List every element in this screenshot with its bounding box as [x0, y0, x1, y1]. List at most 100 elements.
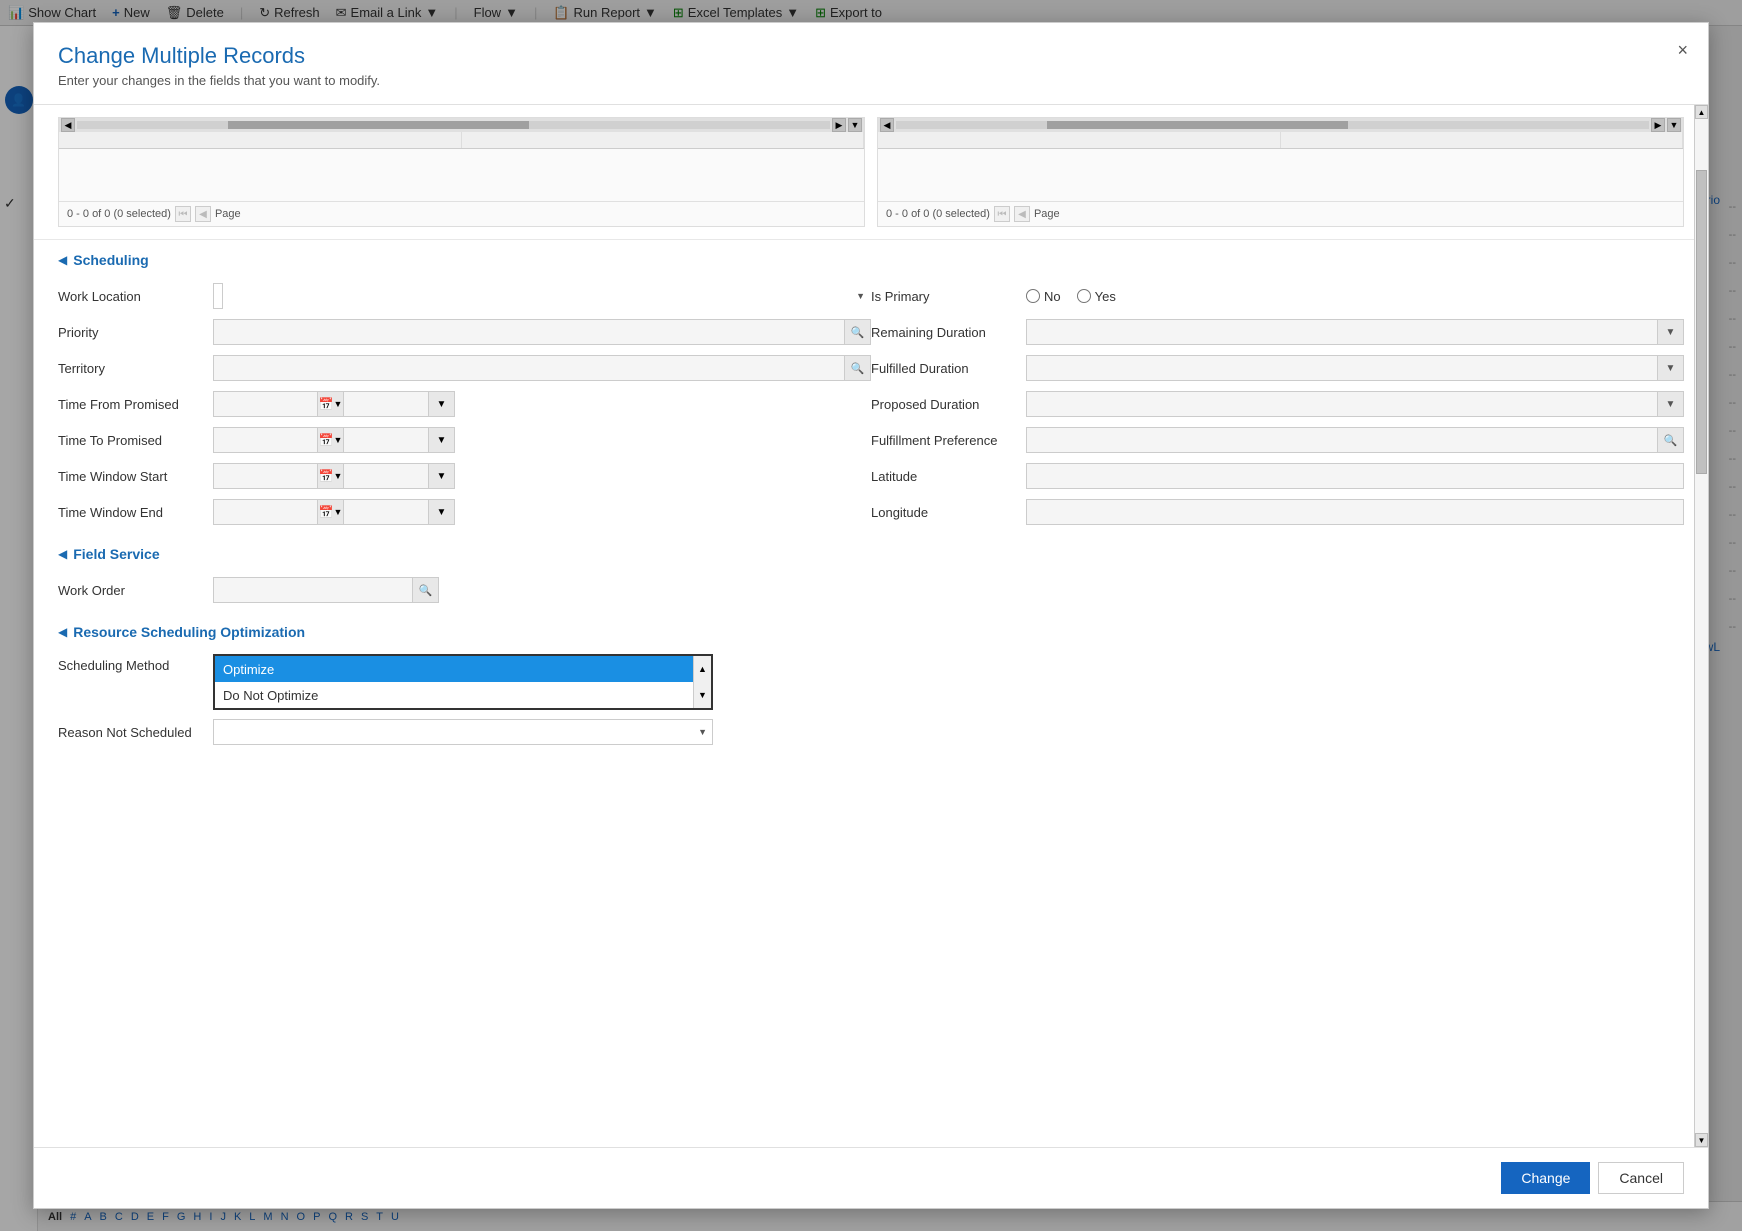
time-to-promised-label: Time To Promised — [58, 433, 213, 448]
lookup2-footer: 0 - 0 of 0 (0 selected) ⏮ ◀ Page — [878, 201, 1683, 226]
is-primary-row: Is Primary No Yes — [871, 282, 1684, 310]
reason-not-scheduled-field — [213, 719, 713, 745]
time-to-promised-date[interactable] — [213, 427, 318, 453]
rso-scroll-up-btn[interactable]: ▲ — [693, 656, 711, 682]
lookup2-prev-btn[interactable]: ◀ — [1014, 206, 1030, 222]
lookup1-prev-btn[interactable]: ◀ — [195, 206, 211, 222]
territory-lookup-btn[interactable]: 🔍 — [845, 355, 871, 381]
time-window-end-date[interactable] — [213, 499, 318, 525]
lookup2-scroll-left[interactable]: ◀ — [880, 118, 894, 132]
time-from-promised-date[interactable] — [213, 391, 318, 417]
work-location-row: Work Location — [58, 282, 871, 310]
lookup1-first-btn[interactable]: ⏮ — [175, 206, 191, 222]
time-from-promised-label: Time From Promised — [58, 397, 213, 412]
is-primary-radio-group: No Yes — [1026, 289, 1116, 304]
lookup-panel-1: ◀ ▶ ▼ 0 - 0 of 0 (0 — [58, 117, 865, 227]
time-window-start-row: Time Window Start 📅 ▼ ▼ — [58, 462, 871, 490]
lookup2-down-btn[interactable]: ▼ — [1667, 118, 1681, 132]
work-location-dropdown[interactable] — [213, 283, 223, 309]
rso-scroll-down-btn[interactable]: ▼ — [693, 682, 711, 708]
work-order-label: Work Order — [58, 583, 213, 598]
scroll-down-btn[interactable]: ▼ — [1695, 1133, 1708, 1147]
reason-not-scheduled-row: Reason Not Scheduled — [58, 718, 1684, 746]
lookup2-first-btn[interactable]: ⏮ — [994, 206, 1010, 222]
rso-section-header[interactable]: ◀ Resource Scheduling Optimization — [58, 624, 1684, 640]
is-primary-no-radio[interactable] — [1026, 289, 1040, 303]
field-service-section-title: Field Service — [73, 546, 159, 562]
remaining-duration-btn[interactable]: ▼ — [1658, 319, 1684, 345]
lookup2-page-label: Page — [1034, 208, 1060, 220]
territory-row: Territory 🔍 — [58, 354, 871, 382]
time-window-start-time[interactable] — [344, 463, 429, 489]
time-window-end-time-btn[interactable]: ▼ — [429, 499, 455, 525]
change-button[interactable]: Change — [1501, 1162, 1590, 1194]
lookup1-down-btn[interactable]: ▼ — [848, 118, 862, 132]
time-to-promised-time-btn[interactable]: ▼ — [429, 427, 455, 453]
scheduling-section: ◀ Scheduling Work Location — [34, 240, 1708, 534]
time-window-start-label: Time Window Start — [58, 469, 213, 484]
time-from-promised-time[interactable] — [344, 391, 429, 417]
priority-lookup-btn[interactable]: 🔍 — [845, 319, 871, 345]
time-window-start-time-btn[interactable]: ▼ — [429, 463, 455, 489]
scheduling-method-dropdown-list: Optimize Do Not Optimize ▲ ▼ — [213, 654, 713, 710]
fulfilled-duration-btn[interactable]: ▼ — [1658, 355, 1684, 381]
lookup1-scroll-left[interactable]: ◀ — [61, 118, 75, 132]
fulfillment-preference-field: 🔍 — [1026, 427, 1684, 453]
proposed-duration-btn[interactable]: ▼ — [1658, 391, 1684, 417]
field-service-section-header[interactable]: ◀ Field Service — [58, 546, 1684, 562]
reason-not-scheduled-dropdown[interactable] — [213, 719, 713, 745]
time-from-promised-cal-btn[interactable]: 📅 ▼ — [318, 391, 344, 417]
is-primary-yes-option: Yes — [1077, 289, 1116, 304]
fulfillment-preference-lookup-btn[interactable]: 🔍 — [1658, 427, 1684, 453]
latitude-label: Latitude — [871, 469, 1026, 484]
is-primary-label: Is Primary — [871, 289, 1026, 304]
time-window-end-time[interactable] — [344, 499, 429, 525]
priority-input[interactable] — [213, 319, 845, 345]
time-to-promised-time[interactable] — [344, 427, 429, 453]
reason-not-scheduled-label: Reason Not Scheduled — [58, 725, 213, 740]
scheduling-section-title: Scheduling — [73, 252, 148, 268]
fulfillment-preference-row: Fulfillment Preference 🔍 — [871, 426, 1684, 454]
time-window-start-cal-btn[interactable]: 📅 ▼ — [318, 463, 344, 489]
modal-close-button[interactable]: × — [1677, 41, 1688, 59]
time-window-start-date[interactable] — [213, 463, 318, 489]
cancel-button[interactable]: Cancel — [1598, 1162, 1684, 1194]
time-to-promised-cal-btn[interactable]: 📅 ▼ — [318, 427, 344, 453]
fulfillment-preference-input[interactable] — [1026, 427, 1658, 453]
remaining-duration-input[interactable] — [1026, 319, 1658, 345]
lookup2-scroll-right[interactable]: ▶ — [1651, 118, 1665, 132]
work-order-lookup-icon: 🔍 — [419, 584, 433, 597]
proposed-duration-input[interactable] — [1026, 391, 1658, 417]
time-window-end-cal-btn[interactable]: 📅 ▼ — [318, 499, 344, 525]
proposed-duration-field: ▼ — [1026, 391, 1684, 417]
is-primary-yes-label: Yes — [1095, 289, 1116, 304]
territory-input[interactable] — [213, 355, 845, 381]
modal-vertical-scrollbar[interactable]: ▲ ▼ — [1694, 105, 1708, 1147]
fulfilled-duration-input[interactable] — [1026, 355, 1658, 381]
scroll-track — [1695, 119, 1708, 1133]
scroll-up-btn[interactable]: ▲ — [1695, 105, 1708, 119]
lookup2-col2 — [1281, 132, 1684, 148]
longitude-input[interactable] — [1026, 499, 1684, 525]
time-from-promised-field: 📅 ▼ ▼ — [213, 391, 871, 417]
work-order-lookup-btn[interactable]: 🔍 — [413, 577, 439, 603]
territory-lookup-icon: 🔍 — [851, 362, 865, 375]
lookup2-hscroll[interactable]: ◀ ▶ ▼ — [878, 118, 1683, 132]
time-from-promised-time-btn[interactable]: ▼ — [429, 391, 455, 417]
modal-footer: Change Cancel — [34, 1147, 1708, 1208]
modal-header: Change Multiple Records Enter your chang… — [34, 23, 1708, 105]
scheduling-method-list-wrapper: Optimize Do Not Optimize ▲ ▼ — [215, 656, 711, 708]
lookup1-header — [59, 132, 864, 149]
lookup1-hscroll[interactable]: ◀ ▶ ▼ — [59, 118, 864, 132]
lookup1-scroll-right[interactable]: ▶ — [832, 118, 846, 132]
time-window-start-field: 📅 ▼ ▼ — [213, 463, 871, 489]
is-primary-yes-radio[interactable] — [1077, 289, 1091, 303]
scheduling-method-optimize-option[interactable]: Optimize — [215, 656, 711, 682]
work-order-input[interactable] — [213, 577, 413, 603]
fulfillment-preference-label: Fulfillment Preference — [871, 433, 1026, 448]
rso-section-title: Resource Scheduling Optimization — [73, 624, 305, 640]
lookup-area: ◀ ▶ ▼ 0 - 0 of 0 (0 — [34, 105, 1708, 240]
scheduling-section-header[interactable]: ◀ Scheduling — [58, 252, 1684, 268]
latitude-input[interactable] — [1026, 463, 1684, 489]
scheduling-method-do-not-optimize-option[interactable]: Do Not Optimize — [215, 682, 711, 708]
